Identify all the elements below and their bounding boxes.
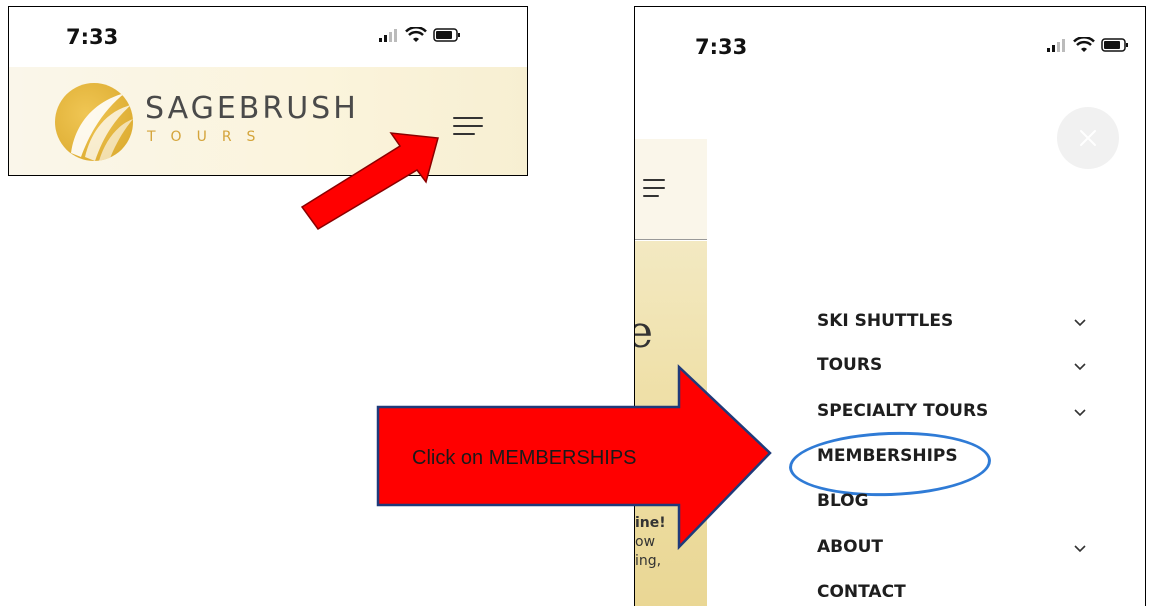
brand-name: SAGEBRUSH (145, 91, 359, 126)
close-icon (1080, 130, 1096, 146)
menu-item-about[interactable]: ABOUT (817, 537, 883, 557)
menu-item-ski-shuttles[interactable]: SKI SHUTTLES (817, 311, 953, 331)
signal-icon (1047, 39, 1065, 52)
wifi-icon (405, 27, 427, 42)
right-phone-screenshot: 7:33 e or ine! ow ing, SKI SHUTTLES TOUR… (634, 6, 1146, 606)
background-heading-fragment: e (635, 307, 653, 358)
chevron-down-icon[interactable] (1073, 541, 1087, 555)
menu-item-blog[interactable]: BLOG (817, 491, 869, 511)
status-icons (1047, 37, 1129, 53)
battery-icon (1101, 38, 1128, 52)
brand-subtitle: TOURS (147, 129, 271, 145)
menu-item-specialty-tours[interactable]: SPECIALTY TOURS (817, 401, 988, 421)
status-time: 7:33 (66, 25, 119, 49)
chevron-down-icon[interactable] (1073, 315, 1087, 329)
hamburger-icon[interactable] (643, 179, 665, 197)
sagebrush-logo-icon[interactable] (55, 83, 133, 161)
highlight-circle (787, 428, 993, 500)
signal-icon (379, 29, 397, 42)
background-text-fragment: ine! (635, 515, 666, 531)
chevron-down-icon[interactable] (1073, 405, 1087, 419)
status-icons (379, 27, 461, 43)
battery-icon (433, 28, 460, 42)
menu-item-contact[interactable]: CONTACT (817, 582, 906, 602)
background-text-fragment: ow (635, 534, 656, 550)
status-time: 7:33 (695, 35, 748, 59)
left-phone-screenshot: 7:33 SAGEBRUSH TOURS (8, 6, 528, 176)
background-page-hero (635, 241, 707, 606)
close-menu-button[interactable] (1057, 107, 1119, 169)
wifi-icon (1073, 37, 1095, 52)
menu-item-tours[interactable]: TOURS (817, 355, 882, 375)
chevron-down-icon[interactable] (1073, 359, 1087, 373)
background-text-fragment: ing, (635, 553, 662, 569)
arrow-instruction-text: Click on MEMBERSHIPS (412, 447, 637, 469)
hamburger-icon[interactable] (453, 117, 483, 135)
background-text-fragment: or (635, 493, 650, 509)
